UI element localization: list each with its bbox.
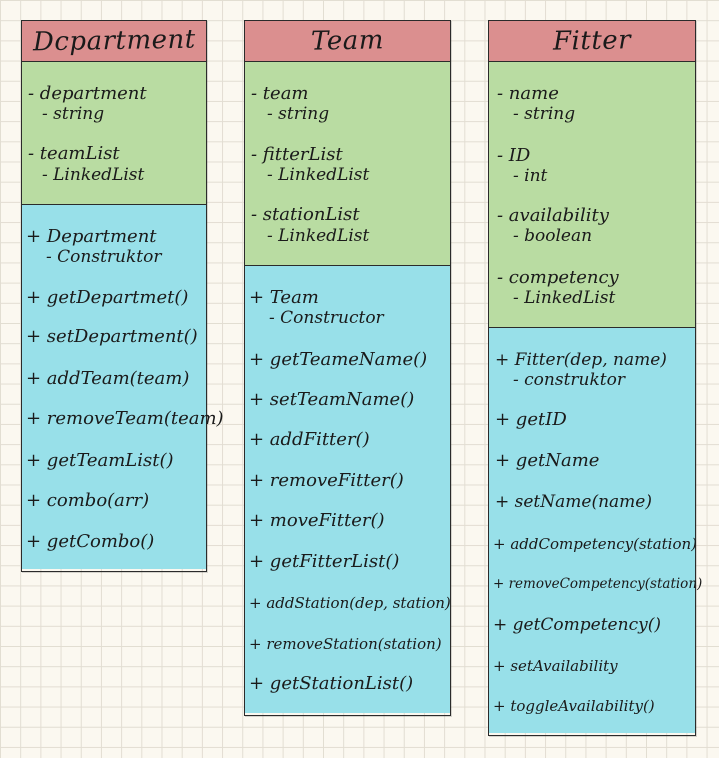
class-name-department: Dcpartment <box>32 24 196 58</box>
method-set-team-name: + setTeamName() <box>249 389 415 410</box>
method-get-station-list: + getStationList() <box>249 673 414 694</box>
method-get-team-list: + getTeamList() <box>26 450 174 471</box>
method-get-department: + getDepartmet() <box>26 287 189 308</box>
attribute-type: - LinkedList <box>267 226 370 246</box>
attribute-type: - int <box>513 166 548 186</box>
attributes-fitter: - name - string - ID - int - availabilit… <box>489 62 695 328</box>
method-combo: + combo(arr) <box>26 490 150 511</box>
attribute-team: - team <box>251 83 309 104</box>
attribute-type: - string <box>42 104 105 124</box>
method-add-fitter: + addFitter() <box>249 429 370 450</box>
method-get-team-name: + getTeameName() <box>249 349 428 370</box>
method-constructor-note: - construktor <box>513 370 625 390</box>
class-header-fitter: Fitter <box>489 21 695 62</box>
method-get-combo: + getCombo() <box>26 531 155 552</box>
attribute-type: - string <box>513 104 576 124</box>
attribute-type: - string <box>267 104 330 124</box>
method-constructor: + Team <box>249 287 319 308</box>
class-header-department: Dcpartment <box>22 21 206 62</box>
method-get-fitter-list: + getFitterList() <box>249 551 400 572</box>
method-constructor: + Department <box>26 226 157 247</box>
method-set-department: + setDepartment() <box>26 326 198 347</box>
method-add-station: + addStation(dep, station) <box>249 594 451 612</box>
methods-department: + Department - Construktor + getDepartme… <box>22 205 224 569</box>
methods-team: + Team - Constructor + getTeameName() + … <box>245 266 451 713</box>
method-get-name: + getName <box>495 450 600 471</box>
attribute-fitterlist: - fitterList <box>251 144 343 165</box>
class-name-team: Team <box>310 25 385 57</box>
method-remove-station: + removeStation(station) <box>249 635 442 653</box>
attributes-team: - team - string - fitterList - LinkedLis… <box>245 62 450 266</box>
method-constructor: + Fitter(dep, name) <box>495 350 667 370</box>
methods-fitter: + Fitter(dep, name) - construktor + getI… <box>489 328 702 733</box>
method-constructor-note: - Constructor <box>269 308 384 328</box>
method-toggle-availability: + toggleAvailability() <box>493 697 655 715</box>
attribute-competency: - competency <box>497 267 619 288</box>
attribute-stationlist: - stationList <box>251 204 360 225</box>
method-get-id: + getID <box>495 409 567 430</box>
method-move-fitter: + moveFitter() <box>249 510 385 531</box>
method-set-availability: + setAvailability <box>493 657 618 675</box>
class-team: Team - team - string - fitterList - Link… <box>244 20 451 716</box>
attribute-type: - boolean <box>513 226 593 246</box>
class-header-team: Team <box>245 21 450 62</box>
attributes-department: - department - string - teamList - Linke… <box>22 62 206 205</box>
method-remove-team: + removeTeam(team) <box>26 408 224 429</box>
attribute-teamlist: - teamList <box>28 143 120 164</box>
attribute-name: - name <box>497 83 559 104</box>
method-remove-competency: + removeCompetency(station) <box>493 576 703 592</box>
attribute-id: - ID <box>497 145 531 166</box>
attribute-type: - LinkedList <box>267 165 370 185</box>
attribute-type: - LinkedList <box>513 288 616 308</box>
attribute-type: - LinkedList <box>42 165 145 185</box>
attribute-department: - department <box>28 83 147 104</box>
method-get-competency: + getCompetency() <box>493 615 661 635</box>
method-add-competency: + addCompetency(station) <box>493 535 698 553</box>
class-name-fitter: Fitter <box>552 25 632 57</box>
method-set-name: + setName(name) <box>495 492 652 512</box>
method-constructor-note: - Construktor <box>46 247 162 267</box>
method-add-team: + addTeam(team) <box>26 368 190 389</box>
attribute-availability: - availability <box>497 205 609 226</box>
class-department: Dcpartment - department - string - teamL… <box>21 20 224 572</box>
class-fitter: Fitter - name - string - ID - int - avai… <box>488 20 702 736</box>
method-remove-fitter: + removeFitter() <box>249 470 404 491</box>
